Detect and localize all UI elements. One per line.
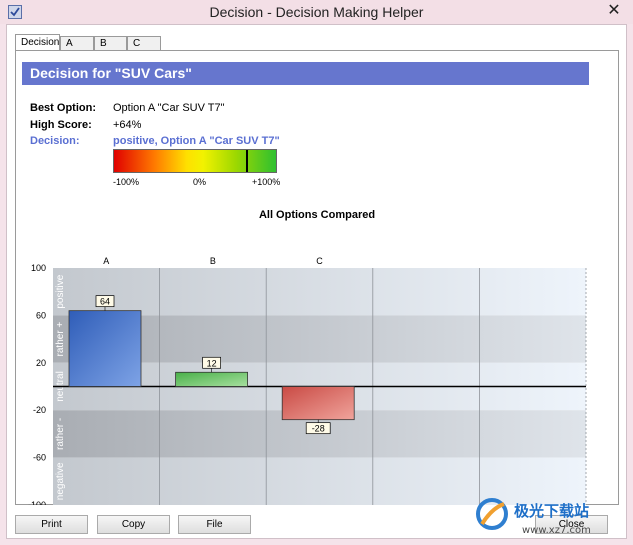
band-label: rather - bbox=[55, 418, 66, 450]
category-label: A bbox=[103, 256, 109, 266]
data-label: -28 bbox=[312, 424, 325, 434]
page-title: Decision for "SUV Cars" bbox=[22, 62, 589, 85]
category-label: B bbox=[210, 256, 216, 266]
y-tick-label: -100 bbox=[28, 500, 46, 505]
score-gauge bbox=[113, 149, 277, 173]
decision-value: positive, Option A "Car SUV T7" bbox=[113, 135, 280, 147]
y-tick-label: 60 bbox=[36, 310, 46, 320]
tab-decision[interactable]: Decision bbox=[15, 34, 60, 51]
watermark-text: 极光下载站 bbox=[514, 502, 589, 520]
title-bar: Decision - Decision Making Helper ✕ bbox=[0, 0, 633, 24]
tab-b[interactable]: B bbox=[94, 36, 127, 51]
dialog-client-area: Decision A B C Decision for "SUV Cars" B… bbox=[6, 24, 627, 539]
data-label: 64 bbox=[100, 297, 110, 307]
copy-button[interactable]: Copy bbox=[97, 515, 170, 534]
score-gauge-marker bbox=[246, 150, 248, 172]
band-label: negative bbox=[55, 462, 66, 500]
bar-option-c bbox=[281, 386, 355, 421]
category-label: C bbox=[316, 256, 323, 266]
data-label: 12 bbox=[207, 358, 217, 368]
options-bar-chart: positiverather +neutralrather -negative1… bbox=[28, 256, 587, 505]
y-tick-label: 100 bbox=[31, 263, 46, 273]
close-window-icon[interactable]: ✕ bbox=[601, 1, 627, 21]
decision-label: Decision: bbox=[30, 135, 80, 147]
watermark-url: www.xz7.com bbox=[522, 525, 591, 536]
y-tick-label: -20 bbox=[33, 405, 46, 415]
high-score-value: +64% bbox=[113, 119, 142, 131]
best-option-label: Best Option: bbox=[30, 102, 96, 114]
gauge-min-label: -100% bbox=[113, 177, 140, 187]
decision-tab-panel: Decision for "SUV Cars" Best Option: Opt… bbox=[15, 50, 619, 505]
bar-option-a bbox=[68, 310, 142, 387]
tab-a[interactable]: A bbox=[60, 36, 94, 51]
y-tick-label: -60 bbox=[33, 453, 46, 463]
bar-option-b bbox=[175, 371, 249, 387]
gauge-max-label: +100% bbox=[252, 177, 281, 187]
chart-band bbox=[53, 268, 586, 316]
best-option-value: Option A "Car SUV T7" bbox=[113, 102, 225, 114]
print-button[interactable]: Print bbox=[15, 515, 88, 534]
high-score-label: High Score: bbox=[30, 119, 92, 131]
band-label: positive bbox=[55, 274, 66, 308]
watermark-logo: 极光下载站 www.xz7.com bbox=[476, 498, 591, 536]
chart-title: All Options Compared bbox=[258, 209, 376, 221]
tab-c[interactable]: C bbox=[127, 36, 161, 51]
gauge-mid-label: 0% bbox=[193, 177, 207, 187]
y-tick-label: 20 bbox=[36, 358, 46, 368]
band-label: rather + bbox=[55, 322, 66, 357]
file-button[interactable]: File bbox=[178, 515, 251, 534]
window-title: Decision - Decision Making Helper bbox=[209, 4, 424, 20]
